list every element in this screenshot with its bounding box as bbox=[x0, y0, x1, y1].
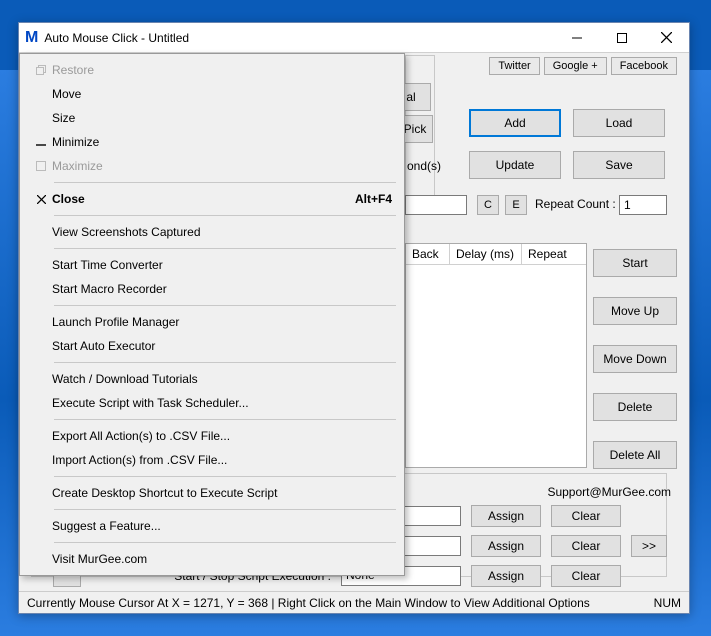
menu-export-csv[interactable]: Export All Action(s) to .CSV File... bbox=[20, 424, 404, 448]
app-window: M Auto Mouse Click - Untitled Tw bbox=[18, 22, 690, 614]
delete-button[interactable]: Delete bbox=[593, 393, 677, 421]
menu-import-csv[interactable]: Import Action(s) from .CSV File... bbox=[20, 448, 404, 472]
menu-start-time-converter[interactable]: Start Time Converter bbox=[20, 253, 404, 277]
menu-close-accel: Alt+F4 bbox=[355, 192, 392, 206]
minimize-icon bbox=[30, 137, 52, 147]
menu-minimize[interactable]: Minimize bbox=[20, 130, 404, 154]
minimize-button[interactable] bbox=[554, 23, 599, 52]
more-button[interactable]: >> bbox=[631, 535, 667, 557]
facebook-button[interactable]: Facebook bbox=[611, 57, 677, 75]
clear-button-2[interactable]: Clear bbox=[551, 535, 621, 557]
actions-table[interactable]: Back Delay (ms) Repeat bbox=[405, 243, 587, 468]
column-header-back[interactable]: Back bbox=[406, 244, 450, 265]
move-up-button[interactable]: Move Up bbox=[593, 297, 677, 325]
column-header-repeat[interactable]: Repeat bbox=[522, 244, 586, 265]
close-button[interactable] bbox=[644, 23, 689, 52]
num-lock-indicator: NUM bbox=[654, 596, 681, 610]
column-header-delay[interactable]: Delay (ms) bbox=[450, 244, 522, 265]
start-button[interactable]: Start bbox=[593, 249, 677, 277]
app-icon: M bbox=[25, 29, 38, 47]
menu-move[interactable]: Move bbox=[20, 82, 404, 106]
menu-restore: Restore bbox=[20, 58, 404, 82]
google-plus-button[interactable]: Google + bbox=[544, 57, 607, 75]
comment-input[interactable] bbox=[405, 195, 467, 215]
status-text: Currently Mouse Cursor At X = 1271, Y = … bbox=[27, 596, 590, 610]
menu-create-shortcut[interactable]: Create Desktop Shortcut to Execute Scrip… bbox=[20, 481, 404, 505]
menu-maximize: Maximize bbox=[20, 154, 404, 178]
clear-button-1[interactable]: Clear bbox=[551, 505, 621, 527]
e-button[interactable]: E bbox=[505, 195, 527, 215]
menu-visit-murgee[interactable]: Visit MurGee.com bbox=[20, 547, 404, 571]
restore-icon bbox=[30, 65, 52, 75]
load-button[interactable]: Load bbox=[573, 109, 665, 137]
repeat-count-label: Repeat Count : bbox=[535, 197, 616, 211]
repeat-count-input[interactable] bbox=[619, 195, 667, 215]
assign-button-1[interactable]: Assign bbox=[471, 505, 541, 527]
seconds-label: ond(s) bbox=[407, 159, 441, 173]
c-button[interactable]: C bbox=[477, 195, 499, 215]
delete-all-button[interactable]: Delete All bbox=[593, 441, 677, 469]
twitter-button[interactable]: Twitter bbox=[489, 57, 539, 75]
menu-launch-profile-manager[interactable]: Launch Profile Manager bbox=[20, 310, 404, 334]
clear-button-3[interactable]: Clear bbox=[551, 565, 621, 587]
system-menu: Restore Move Size Minimize Maximize bbox=[19, 53, 405, 576]
update-button[interactable]: Update bbox=[469, 151, 561, 179]
menu-close[interactable]: Close Alt+F4 bbox=[20, 187, 404, 211]
menu-start-macro-recorder[interactable]: Start Macro Recorder bbox=[20, 277, 404, 301]
menu-suggest-feature[interactable]: Suggest a Feature... bbox=[20, 514, 404, 538]
maximize-button[interactable] bbox=[599, 23, 644, 52]
assign-button-2[interactable]: Assign bbox=[471, 535, 541, 557]
assign-button-3[interactable]: Assign bbox=[471, 565, 541, 587]
menu-start-auto-executor[interactable]: Start Auto Executor bbox=[20, 334, 404, 358]
status-bar: Currently Mouse Cursor At X = 1271, Y = … bbox=[19, 591, 689, 613]
move-down-button[interactable]: Move Down bbox=[593, 345, 677, 373]
menu-watch-tutorials[interactable]: Watch / Download Tutorials bbox=[20, 367, 404, 391]
add-button[interactable]: Add bbox=[469, 109, 561, 137]
menu-size[interactable]: Size bbox=[20, 106, 404, 130]
menu-view-screenshots[interactable]: View Screenshots Captured bbox=[20, 220, 404, 244]
menu-execute-task-scheduler[interactable]: Execute Script with Task Scheduler... bbox=[20, 391, 404, 415]
save-button[interactable]: Save bbox=[573, 151, 665, 179]
support-link[interactable]: Support@MurGee.com bbox=[547, 485, 671, 499]
maximize-icon bbox=[30, 161, 52, 171]
title-bar: M Auto Mouse Click - Untitled bbox=[19, 23, 689, 53]
window-title: Auto Mouse Click - Untitled bbox=[44, 31, 554, 45]
close-icon bbox=[30, 195, 52, 204]
